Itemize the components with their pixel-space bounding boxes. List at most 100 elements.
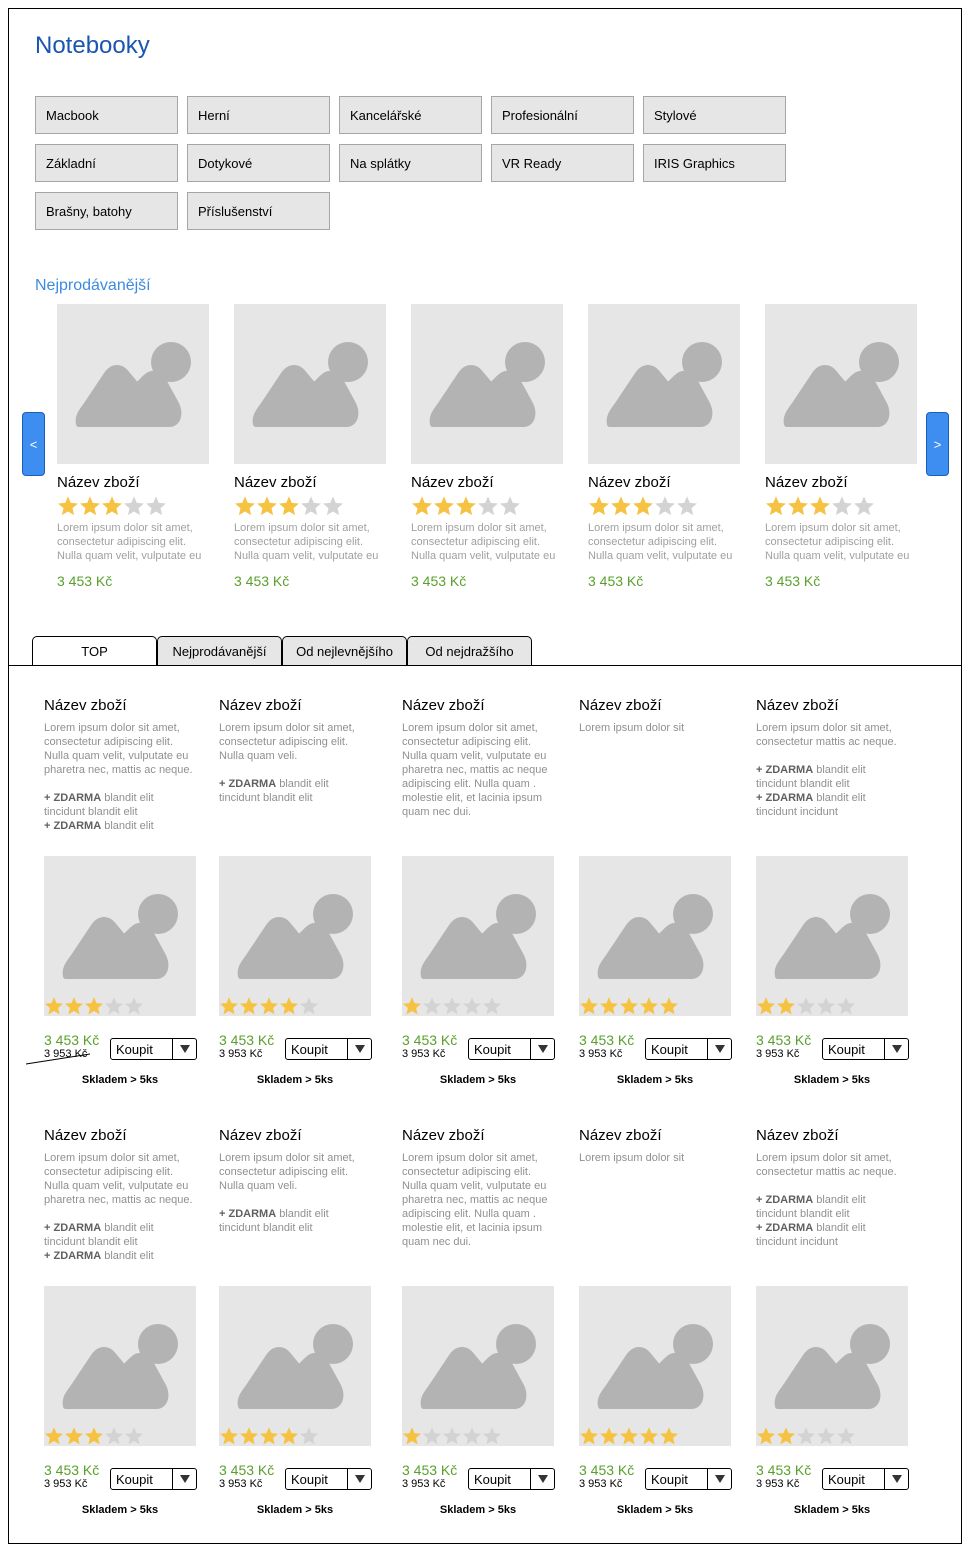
product-image[interactable] (234, 304, 386, 464)
product-image[interactable] (411, 304, 563, 464)
image-placeholder-icon (237, 894, 353, 979)
bestseller-card[interactable]: Název zboží Lorem ipsum dolor sit amet, c… (765, 304, 917, 589)
buy-label: Koupit (291, 1471, 328, 1487)
dropdown-arrow-icon[interactable] (347, 1469, 371, 1489)
product-name[interactable]: Název zboží (588, 474, 740, 492)
category-button[interactable]: Dotykové (187, 144, 330, 182)
product-name[interactable]: Název zboží (57, 474, 209, 492)
product-old-price: 3 953 Kč (219, 1048, 263, 1060)
product-name[interactable]: Název zboží (579, 1127, 739, 1147)
category-button[interactable]: Brašny, batohy (35, 192, 178, 230)
buy-dropdown[interactable]: Koupit (285, 1468, 372, 1490)
product-image[interactable] (402, 1286, 554, 1446)
star-filled-icon (412, 496, 432, 516)
star-filled-icon (240, 1427, 258, 1445)
tab-2[interactable]: Nejprodávanější (157, 636, 282, 665)
stray-pointer-line (25, 1053, 91, 1065)
product-image[interactable] (579, 1286, 731, 1446)
buy-dropdown[interactable]: Koupit (110, 1038, 197, 1060)
product-name[interactable]: Název zboží (44, 697, 204, 717)
buy-dropdown[interactable]: Koupit (468, 1038, 555, 1060)
category-button[interactable]: IRIS Graphics (643, 144, 786, 182)
buy-label: Koupit (116, 1041, 153, 1057)
buy-dropdown[interactable]: Koupit (468, 1468, 555, 1490)
dropdown-arrow-icon[interactable] (347, 1039, 371, 1059)
category-button[interactable]: Příslušenství (187, 192, 330, 230)
category-button[interactable]: Na splátky (339, 144, 482, 182)
product-image[interactable] (57, 304, 209, 464)
category-button[interactable]: Kancelářské (339, 96, 482, 134)
product-name[interactable]: Název zboží (402, 697, 562, 717)
category-button[interactable]: VR Ready (491, 144, 634, 182)
product-name[interactable]: Název zboží (756, 697, 916, 717)
product-name[interactable]: Název zboží (765, 474, 917, 492)
buy-dropdown[interactable]: Koupit (645, 1468, 732, 1490)
product-name[interactable]: Název zboží (411, 474, 563, 492)
product-image[interactable] (756, 1286, 908, 1446)
product-image[interactable] (588, 304, 740, 464)
buy-dropdown[interactable]: Koupit (822, 1038, 909, 1060)
dropdown-arrow-icon[interactable] (884, 1469, 908, 1489)
bestseller-card[interactable]: Název zboží Lorem ipsum dolor sit amet, c… (411, 304, 563, 589)
category-button[interactable]: Stylové (643, 96, 786, 134)
buy-dropdown[interactable]: Koupit (110, 1468, 197, 1490)
category-button[interactable]: Profesionální (491, 96, 634, 134)
buy-label: Koupit (828, 1471, 865, 1487)
category-button[interactable]: Herní (187, 96, 330, 134)
dropdown-arrow-icon[interactable] (172, 1469, 196, 1489)
product-image[interactable] (579, 856, 731, 1016)
dropdown-arrow-icon[interactable] (530, 1469, 554, 1489)
product-image[interactable] (765, 304, 917, 464)
bestseller-card[interactable]: Název zboží Lorem ipsum dolor sit amet, c… (57, 304, 209, 589)
rating-stars (44, 996, 144, 1016)
star-empty-icon (500, 496, 520, 516)
product-name[interactable]: Název zboží (219, 1127, 379, 1147)
star-empty-icon (125, 997, 143, 1015)
dropdown-arrow-icon[interactable] (172, 1039, 196, 1059)
star-empty-icon (655, 496, 675, 516)
buy-dropdown[interactable]: Koupit (285, 1038, 372, 1060)
tab-4[interactable]: Od nejdražšího (407, 636, 532, 665)
tab-3[interactable]: Od nejlevnějšího (282, 636, 407, 665)
buy-dropdown[interactable]: Koupit (645, 1038, 732, 1060)
carousel-next-button[interactable]: > (926, 412, 949, 476)
star-empty-icon (797, 1427, 815, 1445)
bestseller-card[interactable]: Název zboží Lorem ipsum dolor sit amet, c… (234, 304, 386, 589)
category-button[interactable]: Základní (35, 144, 178, 182)
product-name[interactable]: Název zboží (234, 474, 386, 492)
product-card: Název zboží Lorem ipsum dolor sit (579, 697, 739, 735)
product-image[interactable] (756, 856, 908, 1016)
dropdown-arrow-icon[interactable] (530, 1039, 554, 1059)
star-filled-icon (260, 997, 278, 1015)
star-filled-icon (611, 496, 631, 516)
product-name[interactable]: Název zboží (402, 1127, 562, 1147)
product-image[interactable] (219, 1286, 371, 1446)
dropdown-arrow-icon[interactable] (884, 1039, 908, 1059)
star-filled-icon (102, 496, 122, 516)
tab-1[interactable]: TOP (32, 636, 157, 666)
star-empty-icon (124, 496, 144, 516)
buy-label: Koupit (291, 1041, 328, 1057)
product-name[interactable]: Název zboží (44, 1127, 204, 1147)
free-gift-note: + ZDARMA blandit elit tincidunt blandit … (44, 792, 154, 818)
buy-dropdown[interactable]: Koupit (822, 1468, 909, 1490)
carousel-prev-button[interactable]: < (22, 412, 45, 476)
product-image[interactable] (44, 1286, 196, 1446)
star-filled-icon (257, 496, 277, 516)
star-empty-icon (443, 1427, 461, 1445)
product-image[interactable] (44, 856, 196, 1016)
product-name[interactable]: Název zboží (579, 697, 739, 717)
category-button[interactable]: Macbook (35, 96, 178, 134)
dropdown-arrow-icon[interactable] (707, 1039, 731, 1059)
product-name[interactable]: Název zboží (756, 1127, 916, 1147)
rating-stars (765, 495, 917, 517)
product-image[interactable] (402, 856, 554, 1016)
buy-label: Koupit (651, 1041, 688, 1057)
product-image[interactable] (219, 856, 371, 1016)
product-name[interactable]: Název zboží (219, 697, 379, 717)
rating-stars (219, 996, 319, 1016)
image-placeholder-icon (75, 342, 191, 427)
bestseller-card[interactable]: Název zboží Lorem ipsum dolor sit amet, c… (588, 304, 740, 589)
star-filled-icon (777, 1427, 795, 1445)
dropdown-arrow-icon[interactable] (707, 1469, 731, 1489)
